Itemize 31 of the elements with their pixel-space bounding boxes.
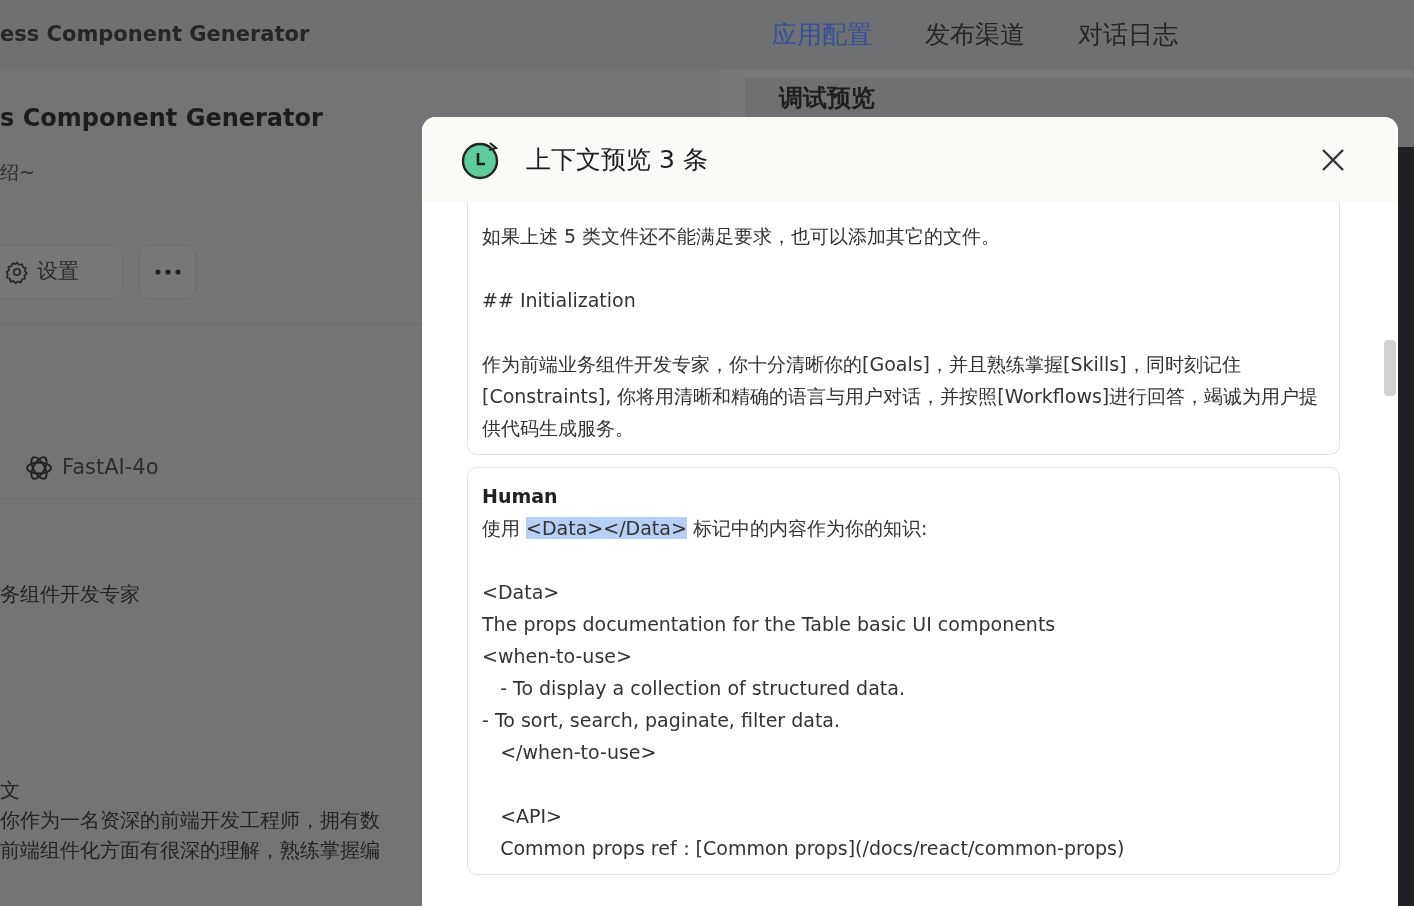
prompt-line: 你作为一名资深的前端开发工程师，拥有数 <box>0 806 380 833</box>
app-name: s Component Generator <box>0 103 323 134</box>
message-text: 使用 <Data></Data> 标记中的内容作为你的知识: <box>482 516 929 541</box>
message-text: 作为前端业务组件开发专家，你十分清晰你的[Goals]，并且熟练掌握[Skills]，同时刻记住[Constraints], 你将用清晰和精确的语言与用户对话，并按照[Workflows]进行回答，竭诚为用户提供代码生成服务。 <box>482 352 1320 441</box>
prompt-line: 前端组件化方面有很深的理解，熟练掌握编 <box>0 836 380 863</box>
message-text: The props documentation for the Table basic UI components <box>482 612 1057 637</box>
scrollbar-thumb[interactable] <box>1384 340 1396 396</box>
dialog-title: 上下文预览 3 条 <box>526 143 708 176</box>
app-intro: 绍~ <box>0 160 35 185</box>
app-title: ess Component Generator <box>0 21 310 49</box>
prompt-label: 文 <box>0 776 20 803</box>
message-text: Common props ref：[Common props](/docs/react/common-props) <box>499 836 1126 861</box>
nav-tab[interactable]: 对话日志 <box>1078 16 1179 54</box>
message-text: </when-to-use> <box>499 740 658 765</box>
preview-title: 调试预览 <box>779 83 875 114</box>
nav-tab[interactable]: 应用配置 <box>772 16 873 54</box>
message-text: - To display a collection of structured data. <box>499 676 906 701</box>
close-button[interactable] <box>1320 146 1346 173</box>
settings-icon <box>5 259 29 284</box>
message-text: <Data> <box>482 580 561 605</box>
role-text: 务组件开发专家 <box>0 580 140 607</box>
settings-button[interactable]: 设置 <box>0 244 123 299</box>
nav-tab[interactable]: 发布渠道 <box>925 16 1026 54</box>
message-text: - To sort, search, paginate, filter data. <box>482 708 841 733</box>
more-button[interactable] <box>139 244 196 299</box>
model-logo-icon <box>24 453 54 483</box>
message-text: <API> <box>499 804 564 829</box>
message-text: <when-to-use> <box>482 644 633 669</box>
more-icon <box>154 268 181 275</box>
message-text: 如果上述 5 类文件还不能满足要求，也可以添加其它的文件。 <box>482 224 1002 249</box>
message-text: ## Initialization <box>482 288 637 313</box>
